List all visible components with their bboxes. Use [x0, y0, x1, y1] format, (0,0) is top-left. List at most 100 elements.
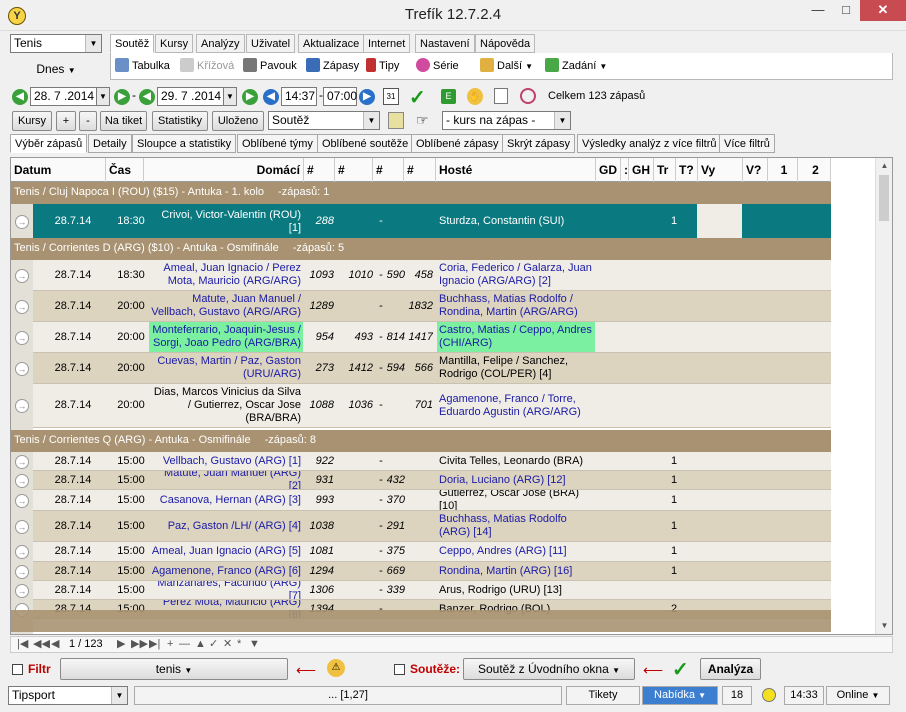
- subtab-vice-filtru[interactable]: Více filtrů: [719, 134, 775, 153]
- check-icon[interactable]: ✓: [409, 85, 426, 110]
- table-row[interactable]: → 28.7.14 18:30 Ameal, Juan Ignacio / Perez…: [15, 260, 831, 291]
- row-arrow-icon[interactable]: →: [15, 473, 29, 488]
- sport-select[interactable]: Tenis ▼: [10, 34, 102, 53]
- col-1[interactable]: 1: [768, 158, 798, 182]
- row-arrow-icon[interactable]: →: [15, 268, 29, 283]
- table-row[interactable]: → 28.7.14 15:00 Manzanares, Facundo (ARG) […: [15, 581, 831, 600]
- nabidka-button[interactable]: Nabídka ▼: [642, 686, 718, 705]
- prev-page-icon[interactable]: ◀: [51, 637, 59, 652]
- table-row[interactable]: → 28.7.14 15:00 Matute, Juan Manuel (ARG) […: [15, 471, 831, 490]
- pavouk-button[interactable]: Pavouk: [243, 58, 297, 76]
- first-page-icon[interactable]: |◀: [17, 637, 28, 652]
- row-arrow-icon[interactable]: →: [15, 361, 29, 376]
- col-hash-2[interactable]: #: [335, 158, 373, 182]
- scroll-thumb[interactable]: [879, 175, 889, 221]
- magnifier-icon[interactable]: [520, 88, 536, 104]
- table-row[interactable]: → 28.7.14 15:00 Agamenone, Franco (ARG) [6]…: [15, 562, 831, 581]
- date-forward-icon[interactable]: ▶: [114, 89, 130, 105]
- tab-aktualizace[interactable]: Aktualizace: [298, 34, 365, 53]
- row-arrow-icon[interactable]: →: [15, 399, 29, 413]
- hand-icon[interactable]: ✋: [467, 88, 483, 105]
- table-row[interactable]: → 28.7.14 15:00 Casanova, Hernan (ARG) [3] 9…: [15, 490, 831, 511]
- table-row[interactable]: → 28.7.14 18:30 Crivoi, Victor-Valentin (RO…: [15, 204, 831, 240]
- import-icon[interactable]: [388, 112, 404, 129]
- soutez-okna-button[interactable]: Soutěž z Úvodního okna ▼: [463, 658, 635, 680]
- col-vy[interactable]: Vy: [698, 158, 743, 182]
- bookmaker-select[interactable]: Tipsport ▼: [8, 686, 128, 705]
- subtab-detaily[interactable]: Detaily: [88, 134, 132, 153]
- cancel-icon[interactable]: ✕: [223, 637, 232, 652]
- tab-nastaveni[interactable]: Nastavení: [415, 34, 475, 53]
- subtab-skryt-zapasy[interactable]: Skrýt zápasy: [502, 134, 575, 153]
- subtab-vyber-zapasu[interactable]: Výběr zápasů: [10, 134, 88, 153]
- col-domaci[interactable]: Domácí: [144, 158, 304, 182]
- add-record-icon[interactable]: +: [167, 637, 173, 652]
- time-to-field[interactable]: 07:00: [323, 87, 357, 106]
- col-hoste[interactable]: Hosté: [436, 158, 596, 182]
- table-row[interactable]: → 28.7.14 15:00 Paz, Gaston /LH/ (ARG) [4] 1…: [15, 511, 831, 542]
- group-header[interactable]: Tenis / Cluj Napoca I (ROU) ($15) - Antu…: [11, 182, 831, 204]
- souteze-checkbox[interactable]: Soutěže:: [394, 662, 460, 676]
- day-select[interactable]: Dnes ▼: [10, 60, 102, 78]
- soutez-select[interactable]: Soutěž ▼: [268, 111, 380, 130]
- arrow-left-icon[interactable]: ⟵: [643, 662, 663, 679]
- tikety-button[interactable]: Tikety: [566, 686, 640, 705]
- serie-button[interactable]: Série: [416, 58, 459, 76]
- group-header[interactable]: Tenis / Corrientes D (ARG) ($10) - Antuk…: [11, 238, 831, 260]
- subtab-sloupce[interactable]: Sloupce a statistiky: [132, 134, 237, 153]
- tab-analyzy[interactable]: Analýzy: [196, 34, 245, 53]
- tipy-button[interactable]: Tipy: [366, 58, 399, 76]
- report-icon[interactable]: [494, 88, 508, 104]
- close-button[interactable]: ✕: [860, 0, 906, 21]
- tab-napoveda[interactable]: Nápověda: [475, 34, 536, 53]
- next-many-icon[interactable]: ▶▶: [131, 637, 148, 652]
- row-arrow-icon[interactable]: →: [15, 493, 29, 508]
- tab-kursy[interactable]: Kursy: [155, 34, 194, 53]
- dalsi-button[interactable]: Další ▼: [480, 58, 533, 76]
- maximize-button[interactable]: □: [832, 0, 860, 21]
- subtab-oblibene-zapasy[interactable]: Oblíbené zápasy: [411, 134, 504, 153]
- row-arrow-icon[interactable]: →: [15, 299, 29, 314]
- filter-icon[interactable]: ▼: [249, 637, 260, 652]
- col-hash-3[interactable]: #: [373, 158, 404, 182]
- vertical-scrollbar[interactable]: ▲ ▼: [875, 158, 892, 634]
- row-arrow-icon[interactable]: →: [15, 583, 29, 598]
- calendar-icon[interactable]: 31: [383, 88, 399, 105]
- date-back-icon[interactable]: ◀: [12, 89, 28, 105]
- zadani-button[interactable]: Zadání ▼: [545, 58, 607, 76]
- na-tiket-button[interactable]: Na tiket: [100, 111, 147, 131]
- arrow-left-icon[interactable]: ⟵: [296, 662, 316, 679]
- tab-uzivatel[interactable]: Uživatel: [246, 34, 296, 53]
- tab-internet[interactable]: Internet: [363, 34, 411, 53]
- zapasy-button[interactable]: Zápasy: [306, 58, 359, 76]
- row-arrow-icon[interactable]: →: [15, 215, 29, 229]
- time-back-icon[interactable]: ◀: [263, 89, 279, 105]
- tenis-filter-button[interactable]: tenis ▼: [60, 658, 288, 680]
- plus-button[interactable]: +: [56, 111, 76, 131]
- date-to-back-icon[interactable]: ◀: [139, 89, 155, 105]
- scroll-up-icon[interactable]: ▲: [876, 158, 892, 174]
- time-from-field[interactable]: 14:37: [281, 87, 317, 106]
- ulozeno-button[interactable]: Uloženo: [212, 111, 264, 131]
- col-hash-1[interactable]: #: [304, 158, 335, 182]
- tab-soutez[interactable]: Soutěž: [110, 34, 155, 53]
- filtr-checkbox[interactable]: Filtr: [12, 662, 51, 676]
- date-to-dropdown-icon[interactable]: ▼: [223, 87, 237, 106]
- edit-record-icon[interactable]: ▲: [195, 637, 206, 652]
- col-t-q[interactable]: T?: [676, 158, 698, 182]
- table-row[interactable]: → 28.7.14 15:00 Ameal, Juan Ignacio (ARG) […: [15, 542, 831, 562]
- scroll-down-icon[interactable]: ▼: [876, 618, 892, 634]
- row-arrow-icon[interactable]: →: [15, 545, 29, 559]
- table-row[interactable]: → 28.7.14 20:00 Cuevas, Martin / Paz, Gasto…: [15, 353, 831, 384]
- statistiky-button[interactable]: Statistiky: [152, 111, 208, 131]
- col-gd[interactable]: GD: [596, 158, 621, 182]
- table-row[interactable]: → 28.7.14 20:00 Dias, Marcos Vinicius da Si…: [15, 384, 831, 428]
- kurs-select[interactable]: - kurs na zápas - ▼: [442, 111, 571, 130]
- row-arrow-icon[interactable]: →: [15, 564, 29, 579]
- excel-icon[interactable]: E: [441, 89, 456, 104]
- refresh-icon[interactable]: *: [237, 637, 241, 652]
- online-select[interactable]: Online ▼: [826, 686, 890, 705]
- post-icon[interactable]: ✓: [209, 637, 218, 652]
- subtab-oblibene-souteze[interactable]: Oblíbené soutěže: [317, 134, 414, 153]
- delete-record-icon[interactable]: —: [179, 637, 190, 652]
